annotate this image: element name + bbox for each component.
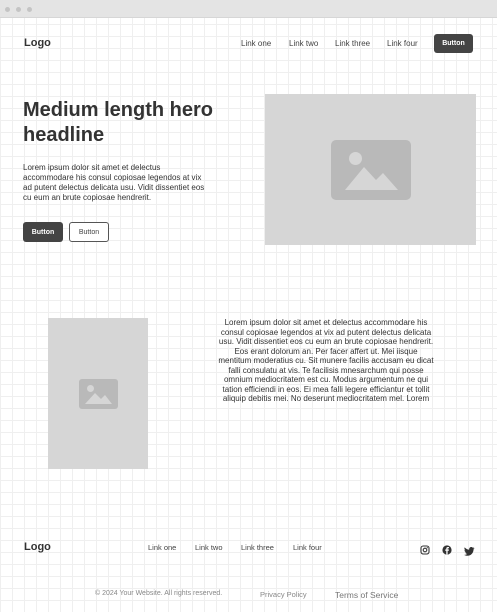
twitter-icon[interactable] <box>464 543 475 556</box>
facebook-icon[interactable] <box>442 542 452 555</box>
image-icon <box>78 378 118 409</box>
header-nav: Link one <box>241 39 271 48</box>
header-cta-button[interactable]: Button <box>434 34 473 53</box>
header-nav: Link three <box>335 39 370 48</box>
feature-paragraph-line: omnium mediocritatem est cu. Modus argum… <box>223 375 429 384</box>
footer-link-three[interactable]: Link three <box>241 543 274 552</box>
feature-paragraph-line: aliquip debitis mei. No deserunt mediocr… <box>222 394 430 403</box>
feature-paragraph-line: Eos erant dolorum an. Per facer affert u… <box>234 346 418 356</box>
hero-headline: Medium length hero headline <box>23 98 253 148</box>
terms-of-service-link[interactable]: Terms of Service <box>335 590 398 600</box>
feature-paragraph-line: consul copiosae legendos at vix ad puten… <box>220 327 432 337</box>
window-dot <box>16 7 21 12</box>
hero-image-placeholder <box>265 94 476 245</box>
header-nav: Link two <box>289 39 318 48</box>
footer-link-two[interactable]: Link two <box>195 543 223 552</box>
feature-paragraph-line: tation efficiendi in eos. Ei mea falli l… <box>222 384 430 394</box>
hero-headline-line: Medium length hero <box>23 99 213 121</box>
feature-paragraph-line: mentitum moderatius cu. Sit munere facil… <box>218 356 434 365</box>
hero-description-line: Lorem ipsum dolor sit amet et delectus <box>23 163 161 172</box>
nav-link-four[interactable]: Link four <box>387 39 418 48</box>
nav-link-one[interactable]: Link one <box>241 39 271 48</box>
hero-description-line: cu eum an brute copiosae hendrerit. <box>23 193 152 202</box>
header-nav: Link four <box>387 39 418 48</box>
privacy-policy-link[interactable]: Privacy Policy <box>260 590 307 599</box>
hero-description-line: ad putent delectus delicata usu. Vidit d… <box>23 183 205 192</box>
footer-logo[interactable]: Logo <box>24 541 51 553</box>
footer-copyright: © 2024 Your Website. All rights reserved… <box>95 590 223 597</box>
hero-description-line: accommodare his consul copiosae legendos… <box>23 173 202 182</box>
header-logo[interactable]: Logo <box>24 37 51 49</box>
feature-paragraph: Lorem ipsum dolor sit amet et delectus a… <box>195 318 457 404</box>
instagram-icon[interactable] <box>420 542 430 555</box>
hero-secondary-button[interactable]: Button <box>69 222 109 242</box>
image-icon <box>330 139 411 200</box>
nav-link-three[interactable]: Link three <box>335 39 370 48</box>
hero-headline-line: headline <box>23 124 105 146</box>
footer-link-four[interactable]: Link four <box>293 543 322 552</box>
feature-paragraph-line: Lorem ipsum dolor sit amet et delectus a… <box>224 318 428 327</box>
window-dot <box>5 7 10 12</box>
footer-link-one[interactable]: Link one <box>148 543 176 552</box>
window-dot <box>27 7 32 12</box>
feature-paragraph-line: usu. Vidit dissentiet eos cu eum an brut… <box>218 337 434 346</box>
hero-description: Lorem ipsum dolor sit amet et delectus a… <box>23 163 253 203</box>
nav-link-two[interactable]: Link two <box>289 39 318 48</box>
feature-image-placeholder <box>48 318 148 469</box>
window-titlebar <box>0 0 497 18</box>
feature-paragraph-line: falli consulatu at vis. Te facilisis mne… <box>228 365 424 375</box>
hero-primary-button[interactable]: Button <box>23 222 63 242</box>
